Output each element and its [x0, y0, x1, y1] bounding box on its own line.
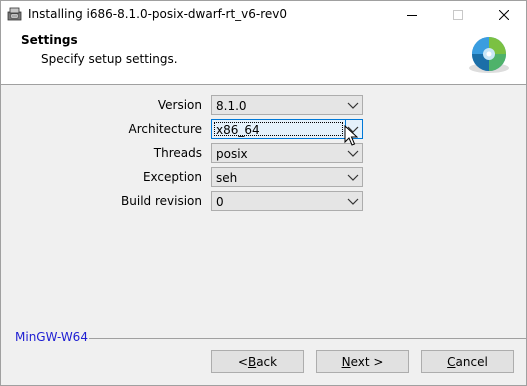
close-icon	[499, 9, 509, 20]
maximize-button[interactable]	[435, 1, 481, 28]
threads-row: Threads posix	[1, 143, 526, 163]
chevron-down-icon	[347, 198, 359, 205]
back-button-prefix: <	[237, 354, 248, 369]
build-revision-value: 0	[216, 195, 224, 209]
architecture-select[interactable]: x86_64	[211, 119, 363, 139]
threads-label: Threads	[153, 146, 202, 160]
installer-app-icon	[7, 7, 22, 21]
exception-label: Exception	[142, 170, 202, 184]
brand-label: MinGW-W64	[15, 330, 88, 344]
cd-disc-icon	[469, 37, 509, 73]
build-revision-label: Build revision	[121, 194, 202, 208]
back-button-accel: B	[247, 354, 257, 369]
threads-select[interactable]: posix	[211, 143, 363, 163]
minimize-button[interactable]	[389, 1, 435, 28]
chevron-down-icon	[347, 150, 359, 157]
window-title: Installing i686-8.1.0-posix-dwarf-rt_v6-…	[28, 7, 288, 21]
next-button[interactable]: Next >	[316, 350, 409, 373]
exception-row: Exception seh	[1, 167, 526, 187]
footer-divider	[89, 338, 526, 339]
back-button-rest: ack	[256, 354, 278, 369]
build-revision-select[interactable]: 0	[211, 191, 363, 211]
maximize-icon	[453, 9, 463, 20]
version-value: 8.1.0	[216, 99, 247, 113]
version-select[interactable]: 8.1.0	[211, 95, 363, 115]
back-button[interactable]: < Back	[211, 350, 304, 373]
architecture-value: x86_64	[216, 123, 260, 137]
cancel-button-rest: ancel	[455, 354, 488, 369]
architecture-label: Architecture	[128, 122, 202, 136]
close-button[interactable]	[481, 1, 527, 28]
next-button-accel: N	[341, 354, 351, 369]
chevron-down-icon	[347, 174, 359, 181]
exception-select[interactable]: seh	[211, 167, 363, 187]
title-bar[interactable]: Installing i686-8.1.0-posix-dwarf-rt_v6-…	[1, 1, 526, 28]
page-title: Settings	[21, 33, 78, 47]
page-subtitle: Specify setup settings.	[41, 52, 178, 66]
cancel-button-accel: C	[447, 354, 456, 369]
architecture-row: Architecture x86_64	[1, 119, 526, 139]
version-label: Version	[157, 98, 202, 112]
installer-window: Installing i686-8.1.0-posix-dwarf-rt_v6-…	[0, 0, 527, 386]
wizard-header: Settings Specify setup settings.	[1, 28, 526, 85]
mouse-cursor-icon	[344, 125, 358, 146]
version-row: Version 8.1.0	[1, 95, 526, 115]
minimize-icon	[407, 14, 417, 16]
threads-value: posix	[216, 147, 248, 161]
next-button-rest: ext >	[350, 354, 384, 369]
build-revision-row: Build revision 0	[1, 191, 526, 211]
cancel-button[interactable]: Cancel	[421, 350, 514, 373]
chevron-down-icon	[347, 102, 359, 109]
exception-value: seh	[216, 171, 238, 185]
